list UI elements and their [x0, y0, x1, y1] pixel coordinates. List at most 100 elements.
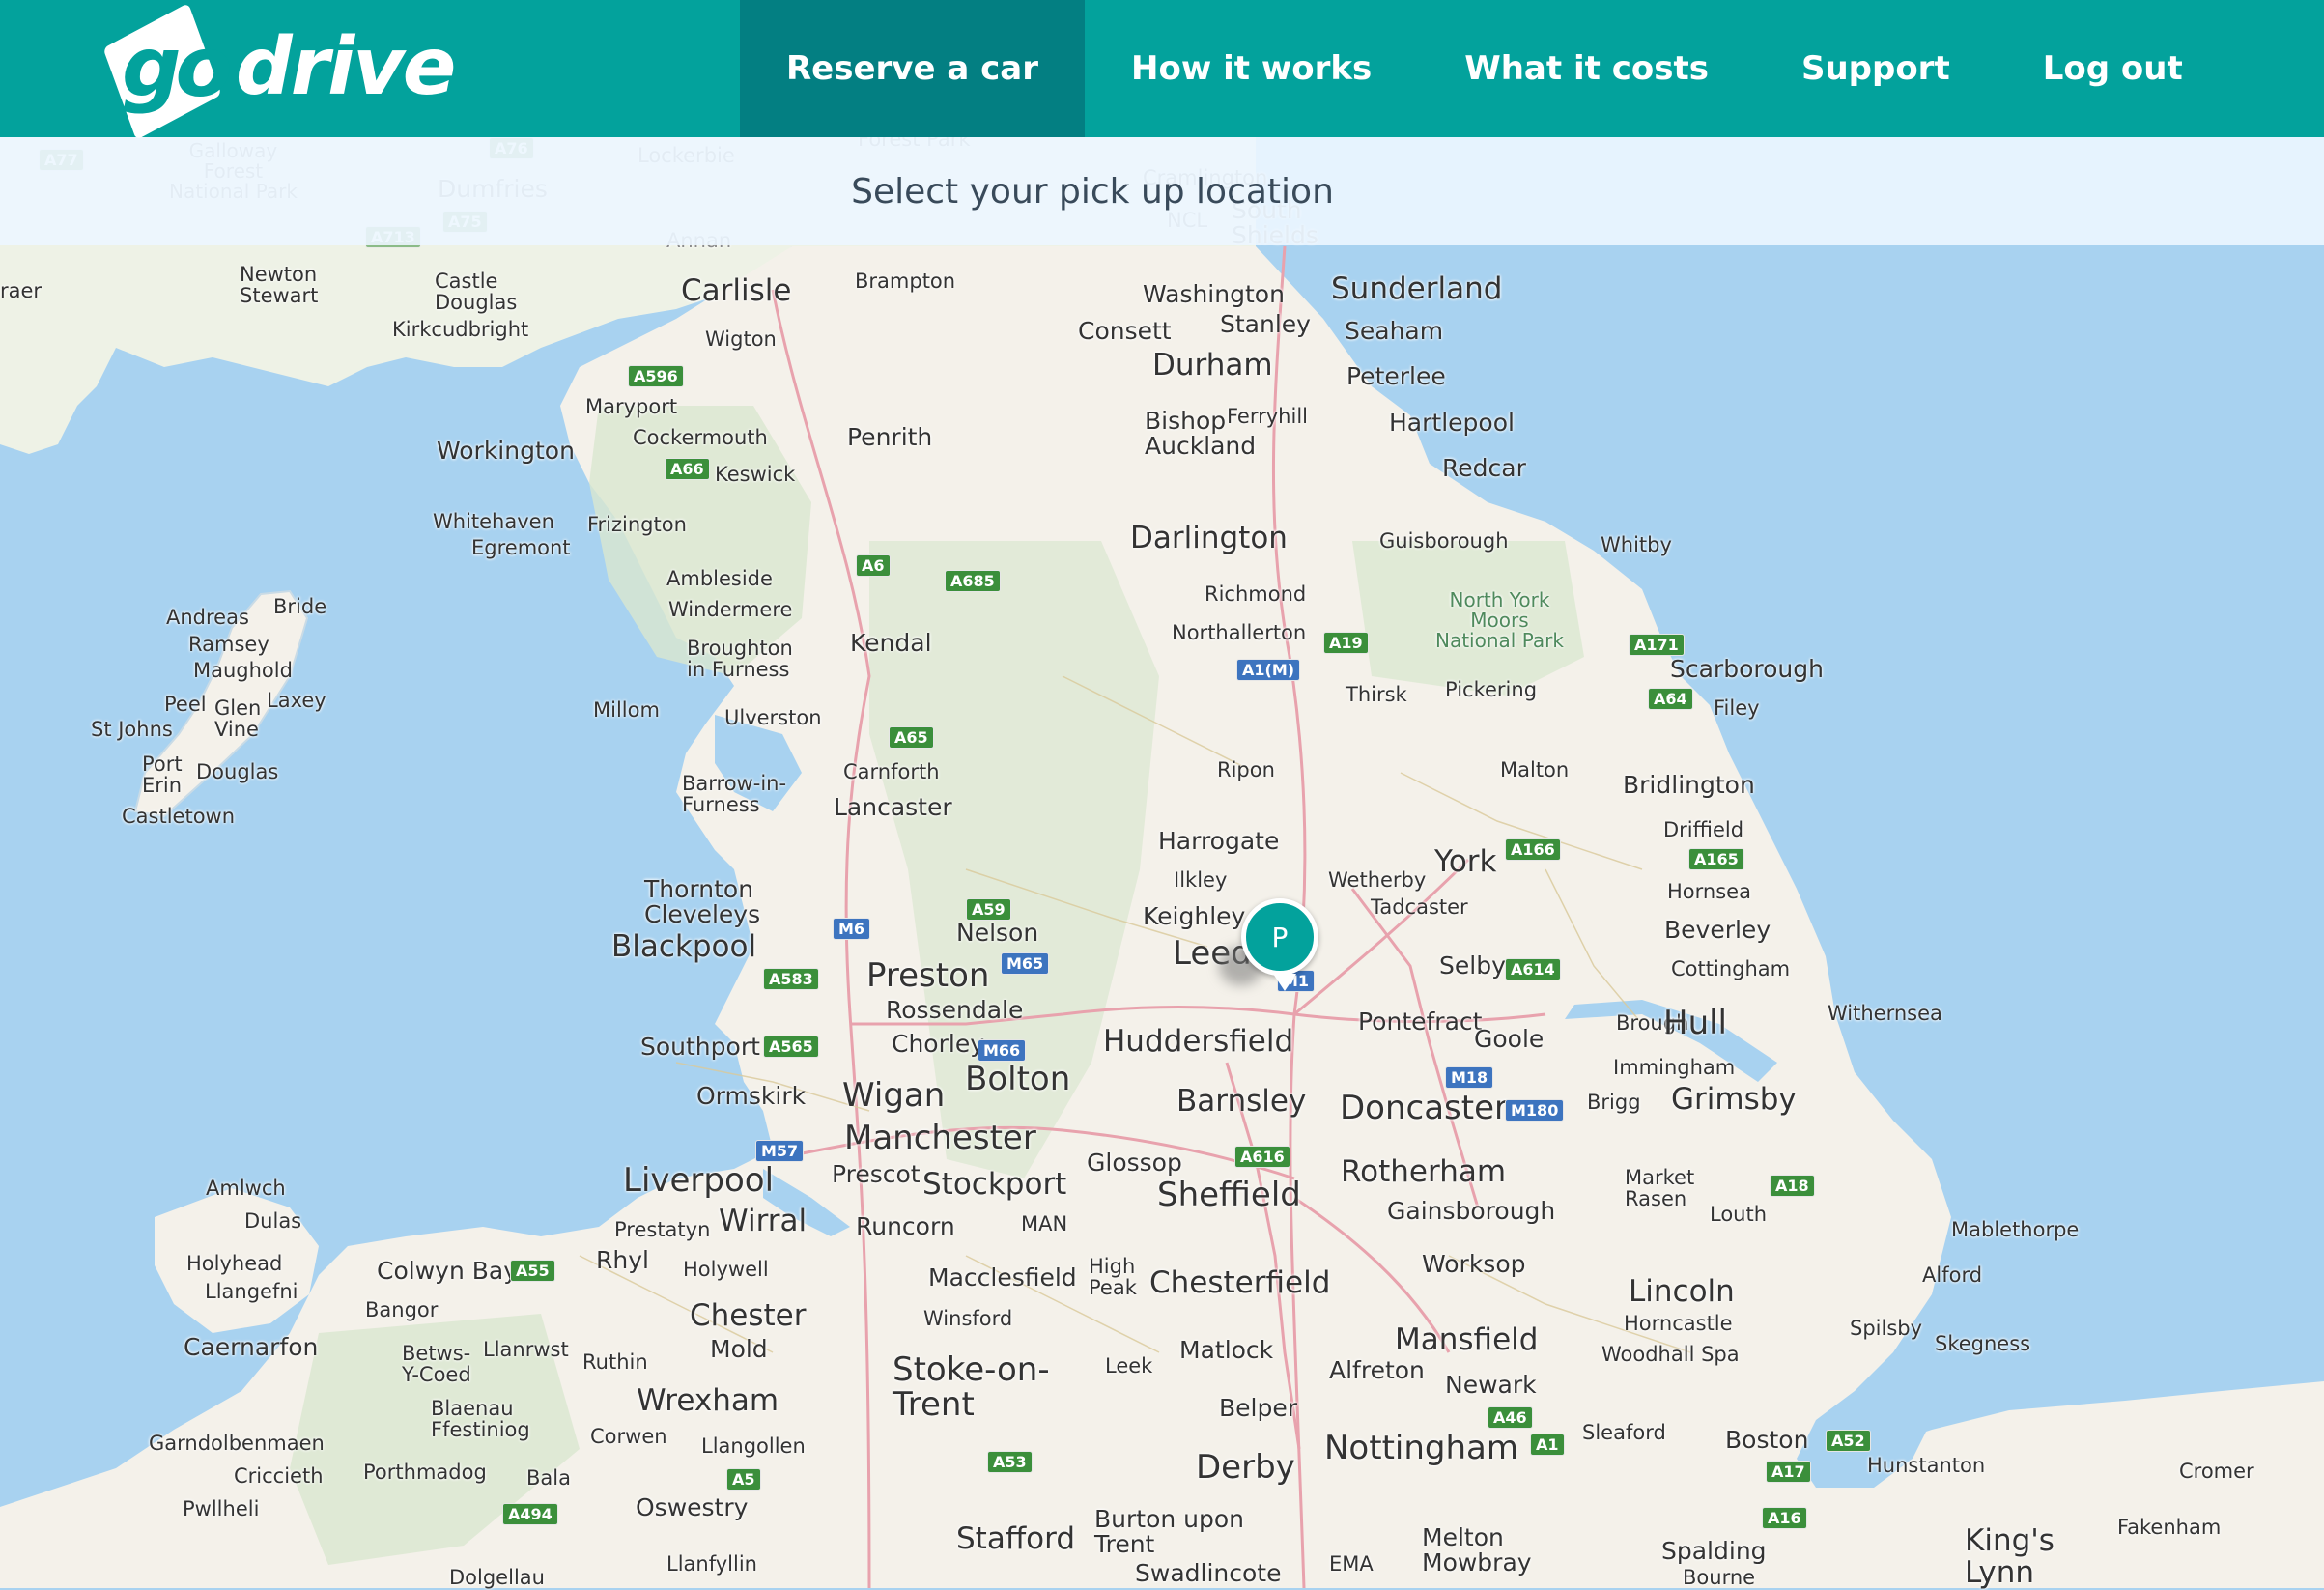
place-label: Ripon	[1217, 758, 1275, 781]
place-label: Peel	[164, 693, 207, 716]
place-label: Caernarfon	[184, 1333, 319, 1361]
place-label: Stanley	[1220, 310, 1311, 338]
place-label: Rotherham	[1341, 1154, 1507, 1189]
place-label: York	[1434, 844, 1497, 879]
place-label: Winsford	[923, 1307, 1013, 1330]
place-label: Kendal	[850, 629, 932, 657]
road-shield: A65	[889, 726, 934, 749]
place-label: King's Lynn	[1965, 1523, 2055, 1590]
logo-drive-text: drive	[236, 21, 456, 113]
pin-label: P	[1271, 921, 1289, 953]
place-label: Beverley	[1664, 916, 1771, 944]
place-label: Grimsby	[1671, 1082, 1797, 1117]
place-label: Sheffield	[1157, 1176, 1301, 1214]
place-label: Wigan	[842, 1076, 946, 1115]
road-shield: A583	[763, 968, 819, 990]
place-label: Ruthin	[582, 1350, 648, 1374]
place-label: Peterlee	[1346, 362, 1446, 390]
place-label: Selby	[1439, 951, 1506, 980]
road-shield: A565	[763, 1036, 819, 1058]
place-label: Castle Douglas	[435, 270, 518, 315]
place-label: Sleaford	[1582, 1421, 1666, 1444]
place-label: Newton Stewart	[240, 263, 319, 308]
place-label: Bride	[273, 595, 327, 618]
place-label: Barnsley	[1176, 1084, 1307, 1119]
place-label: Mablethorpe	[1951, 1218, 2080, 1241]
place-label: Skegness	[1935, 1332, 2031, 1355]
nav-support[interactable]: Support	[1755, 0, 1997, 137]
place-label: Workington	[437, 437, 575, 465]
place-label: Rhyl	[596, 1246, 649, 1274]
place-label: Matlock	[1179, 1336, 1274, 1364]
place-label: Durham	[1152, 348, 1273, 383]
place-label: Mansfield	[1395, 1322, 1539, 1357]
place-label: Brigg	[1587, 1091, 1641, 1114]
place-label: Pwllheli	[183, 1497, 260, 1520]
place-label: Carnforth	[843, 760, 940, 783]
place-label: Carlisle	[681, 273, 792, 308]
road-shield: A1	[1530, 1434, 1565, 1456]
place-label: Barrow-in- Furness	[682, 772, 787, 817]
place-label: Glossop	[1087, 1149, 1182, 1177]
place-label: MAN	[1021, 1212, 1068, 1235]
place-label: Porthmadog	[363, 1461, 487, 1484]
place-label: Preston	[866, 956, 990, 995]
place-label: Llangollen	[701, 1434, 806, 1458]
place-label: Doncaster	[1340, 1089, 1509, 1127]
road-shield: M66	[978, 1039, 1027, 1062]
place-label: Spilsby	[1850, 1317, 1923, 1340]
place-label: Nelson	[956, 919, 1039, 947]
place-label: Castletown	[122, 805, 236, 828]
place-label: Mold	[710, 1335, 768, 1363]
road-shield: M65	[1001, 952, 1050, 975]
place-label: Ambleside	[666, 567, 773, 590]
nav-log-out[interactable]: Log out	[1997, 0, 2229, 137]
place-label: Llangefni	[205, 1280, 298, 1303]
place-label: Alfreton	[1329, 1356, 1425, 1384]
place-label: Laxey	[267, 689, 326, 712]
place-label: Whitehaven	[433, 510, 554, 533]
place-label: Holyhead	[186, 1252, 283, 1275]
road-shield: A19	[1323, 632, 1369, 654]
place-label: Maughold	[193, 659, 293, 682]
nav-how-it-works[interactable]: How it works	[1085, 0, 1418, 137]
place-label: Maryport	[585, 395, 678, 418]
place-label: Harrogate	[1158, 827, 1280, 855]
place-label: Macclesfield	[928, 1263, 1077, 1292]
place-label: Newark	[1445, 1371, 1537, 1399]
place-label: EMA	[1329, 1552, 1374, 1576]
place-label: Dulas	[244, 1209, 302, 1233]
place-label: Wirral	[719, 1204, 808, 1238]
place-label: Manchester	[844, 1119, 1036, 1157]
place-label: Colwyn Bay	[377, 1257, 518, 1285]
place-label: Goole	[1474, 1025, 1545, 1053]
place-label: Scarborough	[1670, 655, 1824, 683]
road-shield: A18	[1770, 1175, 1815, 1197]
place-label: Leek	[1105, 1354, 1153, 1377]
road-shield: A614	[1505, 958, 1561, 980]
place-label: Worksop	[1422, 1250, 1526, 1278]
place-label: Washington	[1143, 280, 1285, 308]
place-label: Gainsborough	[1387, 1197, 1556, 1225]
nav-what-it-costs[interactable]: What it costs	[1418, 0, 1755, 137]
place-label: Alford	[1922, 1263, 1983, 1287]
place-label: Huddersfield	[1103, 1024, 1294, 1059]
place-label: Bridlington	[1623, 771, 1755, 799]
road-shield: A66	[665, 458, 710, 480]
pickup-location-pin[interactable]: P	[1241, 898, 1318, 991]
place-label: Whitby	[1601, 533, 1672, 556]
place-label: Egremont	[471, 536, 571, 559]
place-label: Cromer	[2179, 1460, 2254, 1483]
nav-reserve-a-car[interactable]: Reserve a car	[740, 0, 1086, 137]
road-shield: M180	[1505, 1099, 1565, 1122]
place-label: Guisborough	[1379, 529, 1509, 553]
place-label: Kirkcudbright	[392, 318, 529, 341]
place-label: Thornton Cleveleys	[644, 875, 761, 929]
place-label: Port Erin	[142, 752, 183, 798]
place-label: Withernsea	[1828, 1002, 1942, 1025]
place-label: Wetherby	[1328, 868, 1427, 892]
place-label: Brampton	[855, 270, 956, 293]
place-label: Chester	[690, 1298, 807, 1333]
godrive-logo[interactable]: go drive	[102, 3, 456, 140]
place-label: Hornsea	[1667, 880, 1751, 903]
